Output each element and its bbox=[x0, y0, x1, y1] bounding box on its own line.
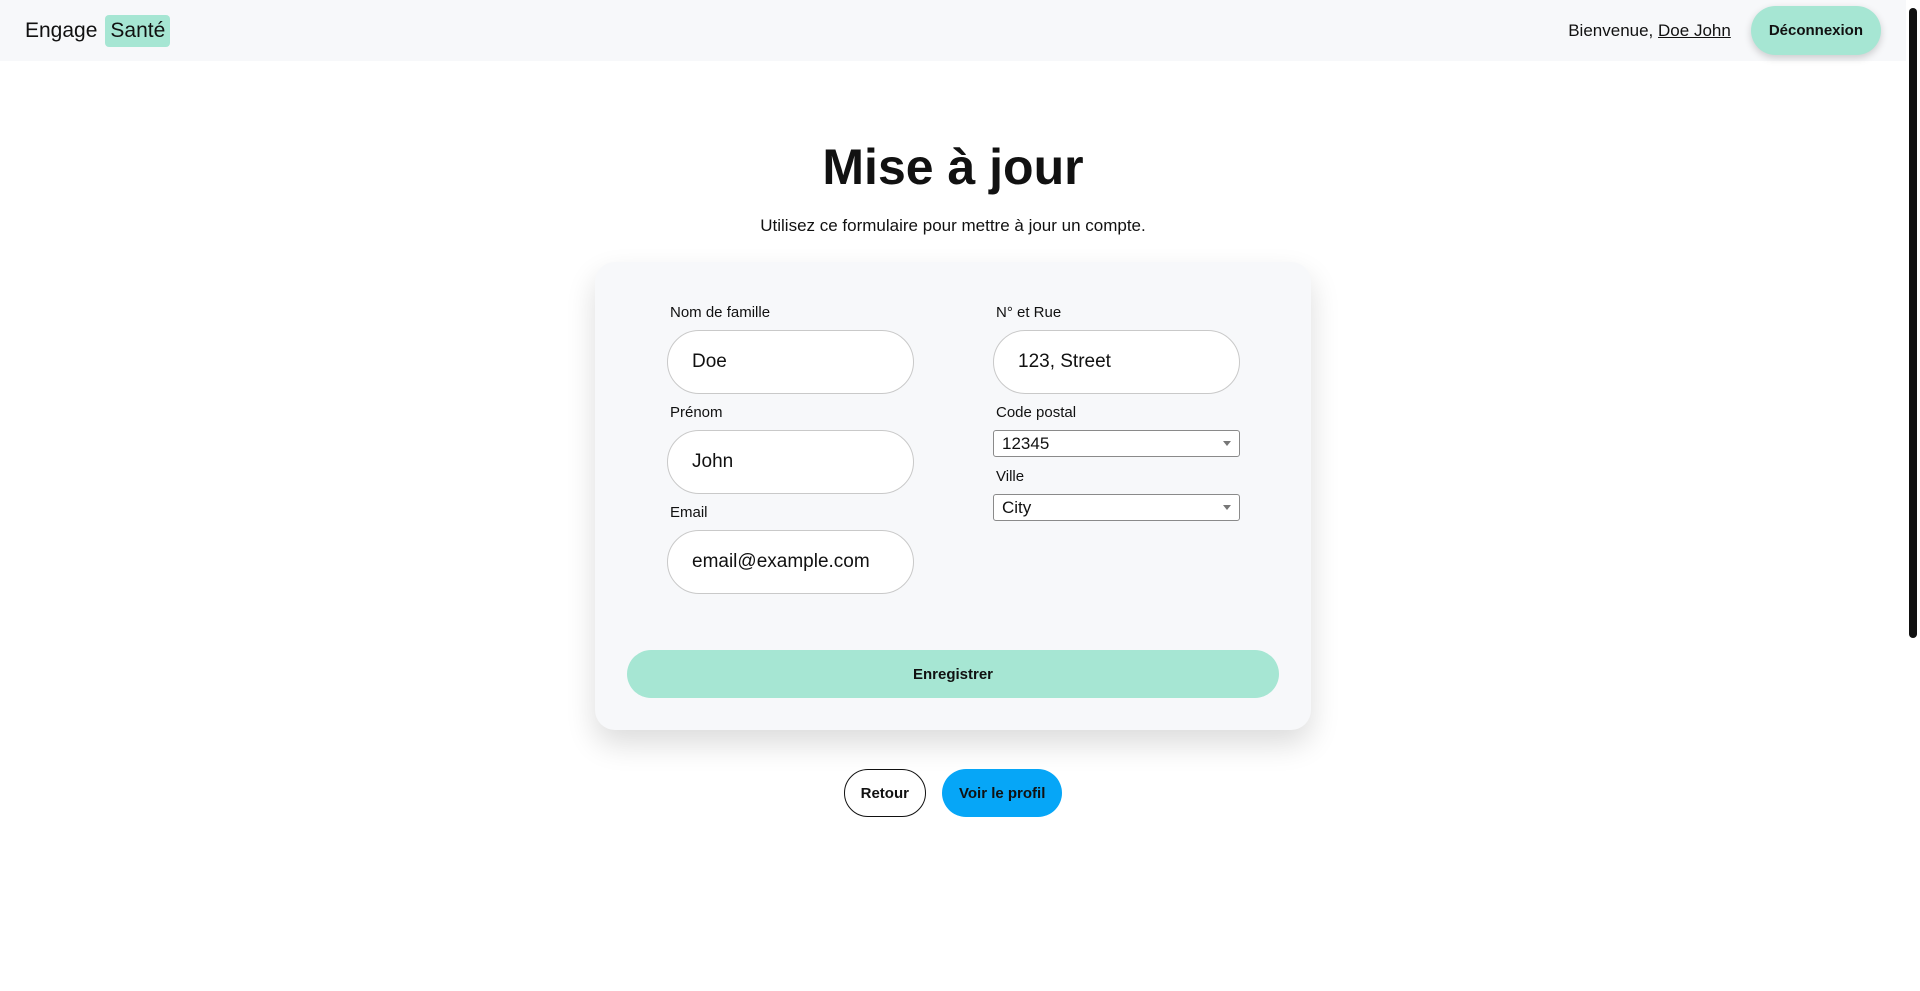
postal-code-value: 12345 bbox=[1002, 433, 1050, 453]
brand-logo[interactable]: Engage Santé bbox=[25, 14, 171, 47]
city-select[interactable]: City bbox=[993, 494, 1240, 521]
city-value: City bbox=[1002, 497, 1032, 517]
last-name-label: Nom de famille bbox=[670, 304, 771, 321]
brand-accent: Santé bbox=[105, 14, 171, 47]
update-form-card: Nom de famille Prénom Email N° et Rue Co… bbox=[595, 262, 1311, 730]
chevron-down-icon bbox=[1223, 505, 1231, 510]
save-button[interactable]: Enregistrer bbox=[627, 650, 1279, 698]
page-scrollbar[interactable] bbox=[1906, 0, 1920, 991]
city-label: Ville bbox=[996, 468, 1025, 485]
first-name-input[interactable] bbox=[667, 430, 914, 494]
scrollbar-thumb[interactable] bbox=[1909, 8, 1917, 638]
view-profile-button[interactable]: Voir le profil bbox=[941, 769, 1063, 817]
email-input[interactable] bbox=[667, 530, 914, 594]
user-area: Bienvenue, Doe John Déconnexion bbox=[1568, 6, 1881, 55]
street-input[interactable] bbox=[993, 330, 1240, 394]
bottom-actions: Retour Voir le profil bbox=[0, 769, 1906, 817]
welcome-message: Bienvenue, Doe John bbox=[1568, 21, 1731, 41]
last-name-input[interactable] bbox=[667, 330, 914, 394]
page-title: Mise à jour bbox=[822, 139, 1084, 195]
street-label: N° et Rue bbox=[996, 304, 1062, 321]
user-profile-link[interactable]: Doe John bbox=[1658, 21, 1731, 40]
logout-button[interactable]: Déconnexion bbox=[1750, 6, 1881, 55]
back-button[interactable]: Retour bbox=[843, 769, 926, 817]
postal-code-label: Code postal bbox=[996, 404, 1077, 421]
email-label: Email bbox=[670, 504, 708, 521]
top-navbar: Engage Santé Bienvenue, Doe John Déconne… bbox=[0, 0, 1906, 61]
first-name-label: Prénom bbox=[670, 404, 723, 421]
brand-primary: Engage bbox=[25, 18, 98, 42]
postal-code-select[interactable]: 12345 bbox=[993, 430, 1240, 457]
page-subtitle: Utilisez ce formulaire pour mettre à jou… bbox=[760, 216, 1146, 235]
welcome-text: Bienvenue, bbox=[1568, 20, 1654, 40]
chevron-down-icon bbox=[1223, 441, 1231, 446]
